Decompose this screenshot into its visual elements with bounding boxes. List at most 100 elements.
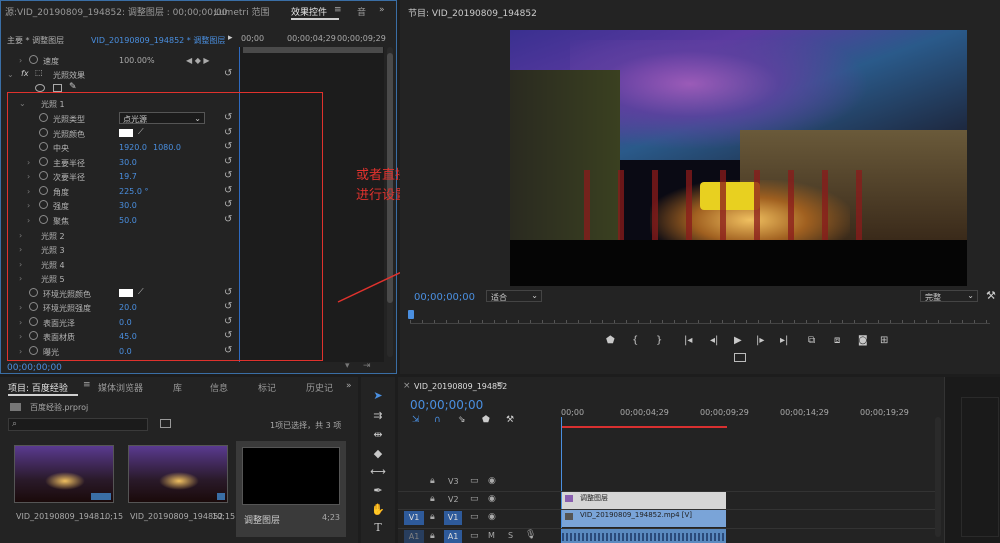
expand-icon[interactable]: › bbox=[27, 187, 30, 196]
razor-icon[interactable]: ◆ bbox=[370, 447, 386, 461]
zoom-select[interactable]: 适合 ⌄ bbox=[486, 290, 542, 302]
surface-material-value[interactable]: 45.0 bbox=[119, 332, 137, 341]
menu-icon[interactable]: ≡ bbox=[83, 380, 91, 390]
angle-value[interactable]: 225.0 ° bbox=[119, 187, 148, 196]
compare-icon[interactable]: ⊞ bbox=[880, 335, 888, 346]
reset-icon[interactable]: ↺ bbox=[224, 345, 232, 356]
microphone-icon[interactable]: 🎙︎ bbox=[525, 530, 536, 540]
work-area-bar[interactable] bbox=[561, 426, 727, 428]
quality-select[interactable]: 完整 ⌄ bbox=[920, 290, 978, 302]
reset-icon[interactable]: ↺ bbox=[224, 112, 232, 123]
type-tool-icon[interactable]: T bbox=[370, 521, 386, 535]
solo-button[interactable]: S bbox=[508, 531, 513, 540]
tab-markers[interactable]: 标记 bbox=[258, 381, 276, 394]
expand-icon[interactable]: › bbox=[27, 172, 30, 181]
add-marker-icon[interactable]: ⬟ bbox=[606, 335, 615, 346]
expand-icon[interactable]: › bbox=[19, 245, 22, 254]
tab-project[interactable]: 项目: 百度经验 bbox=[8, 381, 68, 394]
lock-icon[interactable]: 🔒︎ bbox=[430, 531, 435, 541]
snap-icon[interactable]: ⇲ bbox=[412, 415, 420, 425]
close-icon[interactable]: × bbox=[403, 381, 411, 391]
color-swatch[interactable] bbox=[119, 129, 133, 137]
audio-clip[interactable] bbox=[562, 529, 726, 543]
stopwatch-icon[interactable] bbox=[29, 317, 38, 326]
source-patch[interactable]: V1 bbox=[404, 511, 424, 525]
stopwatch-icon[interactable] bbox=[29, 288, 38, 297]
eyedropper-icon[interactable]: ⟋ bbox=[138, 127, 144, 137]
lock-icon[interactable]: 🔒︎ bbox=[430, 494, 435, 504]
reset-icon[interactable]: ↺ bbox=[224, 214, 232, 225]
adjustment-layer-clip[interactable]: 调整图层 bbox=[562, 492, 726, 509]
go-to-in-icon[interactable]: |◂ bbox=[684, 335, 692, 346]
fx-icon[interactable]: fx bbox=[21, 69, 29, 78]
go-to-out-icon[interactable]: ▸| bbox=[780, 335, 788, 346]
tab-effect-controls[interactable]: 效果控件 bbox=[291, 5, 327, 18]
search-input[interactable]: ⌕ bbox=[8, 418, 148, 431]
tab-info[interactable]: 信息 bbox=[210, 381, 228, 394]
sequence-clip-label[interactable]: VID_20190809_194852 * 调整图层 bbox=[91, 35, 225, 46]
reset-icon[interactable]: ↺ bbox=[224, 330, 232, 341]
bottom-timecode[interactable]: 00;00;00;00 bbox=[7, 363, 62, 373]
eye-icon[interactable]: ◉ bbox=[488, 476, 496, 486]
collapse-icon[interactable]: ⌄ bbox=[7, 70, 14, 79]
menu-icon[interactable]: ≡ bbox=[496, 380, 504, 390]
project-item-thumbnail[interactable] bbox=[14, 445, 114, 503]
reset-icon[interactable]: ↺ bbox=[224, 170, 232, 181]
camera-icon[interactable]: ◙ bbox=[858, 335, 868, 346]
lock-icon[interactable]: 🔒︎ bbox=[430, 512, 435, 522]
timeline-scrollbar[interactable] bbox=[935, 417, 941, 537]
mark-out-icon[interactable]: } bbox=[656, 335, 662, 346]
play-icon[interactable]: ▶ bbox=[734, 335, 742, 346]
track-label[interactable]: V2 bbox=[448, 495, 459, 504]
reset-icon[interactable]: ↺ bbox=[224, 127, 232, 138]
center-y-value[interactable]: 1080.0 bbox=[153, 143, 181, 152]
insert-icon[interactable]: ⧉ bbox=[808, 335, 815, 346]
eye-icon[interactable]: ◉ bbox=[488, 512, 496, 522]
linked-selection-icon[interactable]: ∩ bbox=[434, 415, 441, 425]
major-radius-value[interactable]: 30.0 bbox=[119, 158, 137, 167]
pen-tool-icon[interactable]: ✒ bbox=[370, 484, 386, 498]
filter-icon[interactable]: ▾ bbox=[345, 361, 350, 371]
ripple-edit-icon[interactable]: ⇹ bbox=[370, 428, 386, 442]
surface-gloss-value[interactable]: 0.0 bbox=[119, 318, 132, 327]
track-label[interactable]: V1 bbox=[444, 511, 462, 525]
minor-radius-value[interactable]: 19.7 bbox=[119, 172, 137, 181]
stopwatch-icon[interactable] bbox=[39, 142, 48, 151]
tab-history[interactable]: 历史记 bbox=[306, 381, 333, 394]
expand-icon[interactable]: › bbox=[19, 260, 22, 269]
tab-lumetri-scopes[interactable]: Lumetri 范围 bbox=[214, 5, 269, 18]
video-frame[interactable] bbox=[510, 30, 967, 286]
more-tabs-icon[interactable]: » bbox=[346, 381, 352, 391]
intensity-value[interactable]: 30.0 bbox=[119, 201, 137, 210]
stopwatch-icon[interactable] bbox=[29, 302, 38, 311]
master-clip-label[interactable]: 主要 * 调整图层 bbox=[7, 35, 64, 46]
track-label[interactable]: V3 bbox=[448, 477, 459, 486]
new-bin-icon[interactable] bbox=[160, 419, 171, 428]
transform-icon[interactable]: ⬚ bbox=[35, 68, 43, 77]
track-select-icon[interactable]: ⇉ bbox=[370, 409, 386, 423]
light-type-select[interactable]: 点光源 ⌄ bbox=[119, 112, 205, 124]
color-swatch[interactable] bbox=[119, 289, 133, 297]
stopwatch-icon[interactable] bbox=[29, 331, 38, 340]
expand-icon[interactable]: › bbox=[27, 158, 30, 167]
reset-icon[interactable]: ↺ bbox=[224, 199, 232, 210]
speed-value[interactable]: 100.00% bbox=[119, 56, 155, 65]
program-timecode[interactable]: 00;00;00;00 bbox=[414, 292, 475, 303]
expand-icon[interactable]: › bbox=[19, 231, 22, 240]
project-item-selected[interactable]: 调整图层 4;23 bbox=[236, 441, 346, 537]
tab-source[interactable]: 源:VID_20190809_194852: 调整图层 : 00;00;00;0… bbox=[5, 5, 228, 18]
ambient-intensity-value[interactable]: 20.0 bbox=[119, 303, 137, 312]
step-forward-icon[interactable]: |▸ bbox=[756, 335, 764, 346]
tab-libraries[interactable]: 库 bbox=[173, 381, 182, 394]
selection-tool-icon[interactable]: ➤ bbox=[370, 389, 386, 403]
expand-icon[interactable]: › bbox=[19, 318, 22, 327]
timeline-title[interactable]: VID_20190809_194852 bbox=[414, 382, 507, 391]
expand-icon[interactable]: › bbox=[19, 303, 22, 312]
timeline-timecode[interactable]: 00;00;00;00 bbox=[410, 398, 483, 412]
stopwatch-icon[interactable] bbox=[39, 128, 48, 137]
more-tabs-icon[interactable]: » bbox=[379, 5, 385, 15]
reset-icon[interactable]: ↺ bbox=[224, 287, 232, 298]
wrench-icon[interactable]: ⚒ bbox=[986, 289, 996, 302]
eye-icon[interactable]: ◉ bbox=[488, 494, 496, 504]
stopwatch-icon[interactable] bbox=[39, 157, 48, 166]
